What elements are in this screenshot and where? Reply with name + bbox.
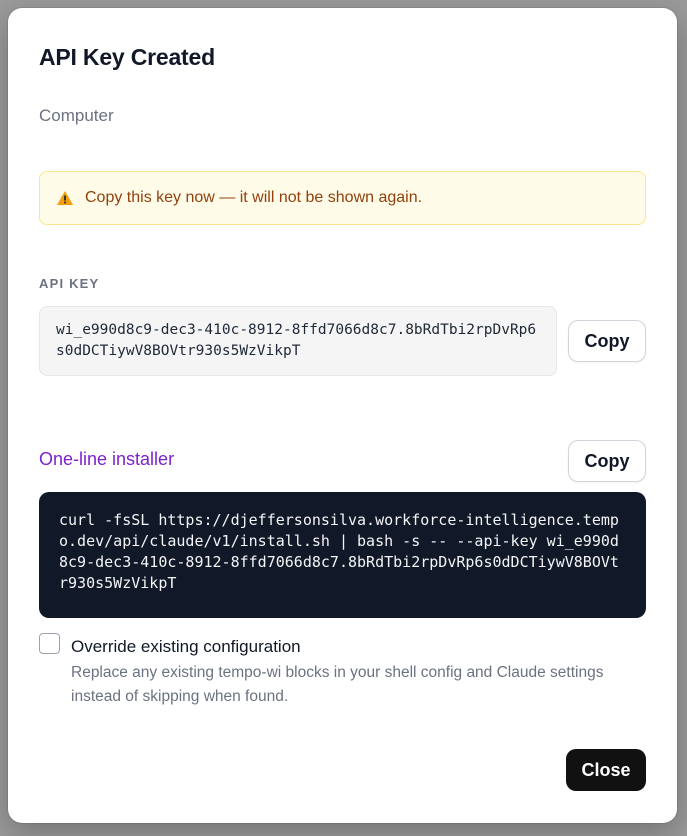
copy-installer-button[interactable]: Copy [568, 440, 646, 482]
dialog-title: API Key Created [39, 44, 215, 70]
api-key-created-dialog: API Key Created Computer Copy this key n… [8, 8, 677, 823]
dialog-subtitle: Computer [39, 106, 114, 125]
close-button[interactable]: Close [566, 749, 646, 791]
warning-icon [56, 190, 74, 206]
warning-text: Copy this key now — it will not be shown… [85, 189, 423, 206]
warning-banner: Copy this key now — it will not be shown… [39, 171, 646, 225]
installer-label: One-line installer [39, 449, 175, 469]
api-key-value[interactable]: wi_e990d8c9-dec3-410c-8912-8ffd7066d8c7.… [39, 306, 557, 376]
override-label[interactable]: Override existing configuration [71, 637, 301, 657]
override-description: Replace any existing tempo-wi blocks in … [71, 664, 604, 705]
override-checkbox[interactable] [39, 633, 60, 654]
api-key-label: API KEY [39, 276, 100, 291]
installer-command[interactable]: curl -fsSL https://djeffersonsilva.workf… [39, 492, 646, 618]
copy-api-key-button[interactable]: Copy [568, 320, 646, 362]
